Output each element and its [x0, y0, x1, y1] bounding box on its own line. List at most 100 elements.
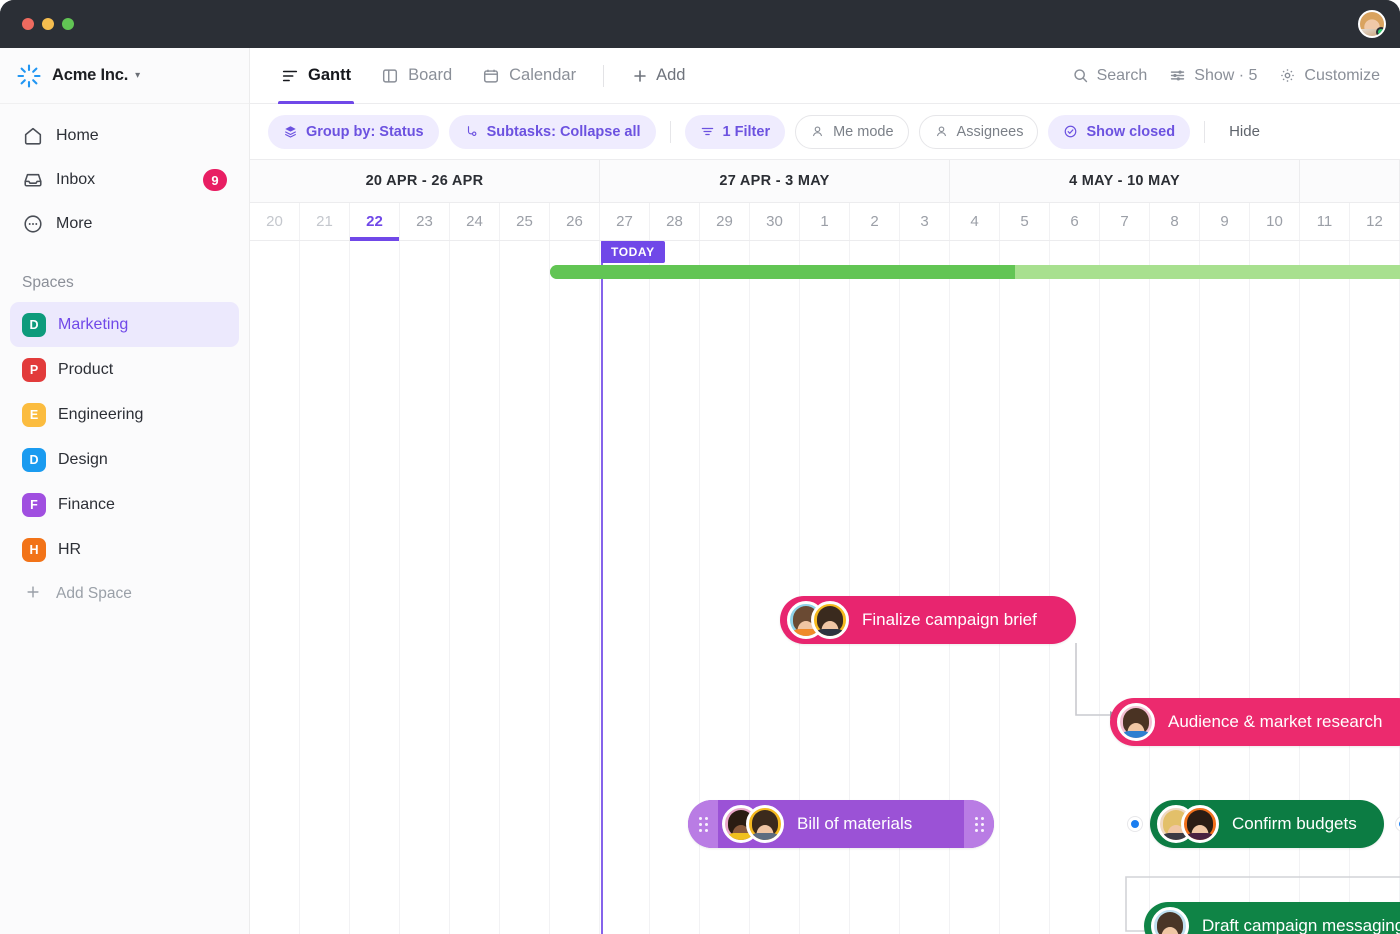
close-window-button[interactable]	[22, 18, 34, 30]
avatar	[746, 805, 784, 843]
assignee-avatars[interactable]	[1157, 805, 1219, 843]
timeline-day-9: 9	[1200, 203, 1250, 240]
minimize-window-button[interactable]	[42, 18, 54, 30]
search-icon	[1072, 67, 1089, 84]
timeline-day-26: 26	[550, 203, 600, 240]
task-bar[interactable]: Confirm budgets	[1150, 800, 1384, 848]
assignee-avatars[interactable]	[1151, 907, 1189, 934]
grid-column	[550, 241, 600, 934]
grid-column	[1050, 241, 1100, 934]
traffic-light-buttons[interactable]	[22, 18, 74, 30]
tab-calendar-label: Calendar	[509, 66, 577, 84]
subtasks-chip[interactable]: Subtasks: Collapse all	[448, 114, 656, 149]
timeline-day-7: 7	[1100, 203, 1150, 240]
sidebar-item-design[interactable]: D Design	[10, 437, 239, 482]
sidebar-item-home[interactable]: Home	[10, 114, 239, 158]
timeline-day-25: 25	[500, 203, 550, 240]
sidebar-item-product[interactable]: P Product	[10, 347, 239, 392]
task-name: Audience & market research	[1168, 712, 1383, 731]
timeline-day-11: 11	[1300, 203, 1350, 240]
timeline-day-28: 28	[650, 203, 700, 240]
task-name: Bill of materials	[797, 814, 913, 833]
sidebar-item-inbox-label: Inbox	[56, 171, 96, 188]
space-label-engineering: Engineering	[58, 405, 144, 423]
timeline-day-27: 27	[600, 203, 650, 240]
timeline-day-29: 29	[700, 203, 750, 240]
more-dots-icon	[22, 213, 44, 235]
task-bar[interactable]: Audience & market research	[1110, 698, 1400, 746]
board-icon	[381, 67, 399, 85]
maximize-window-button[interactable]	[62, 18, 74, 30]
show-label: Show · 5	[1194, 66, 1258, 84]
app-body: Acme Inc. ▾ Home Inbox 9 More Spaces D M…	[0, 48, 1400, 934]
sidebar-item-more[interactable]: More	[10, 202, 239, 246]
view-toolbar-actions: Search Show · 5 Customize	[1072, 67, 1380, 85]
account-avatar[interactable]	[1358, 10, 1386, 38]
task-bar[interactable]: Draft campaign messaging & copy	[1144, 902, 1400, 934]
avatar	[1181, 805, 1219, 843]
assignees-chip[interactable]: Assignees	[918, 114, 1039, 149]
workspace-switcher[interactable]: Acme Inc. ▾	[0, 48, 249, 104]
sidebar-item-engineering[interactable]: E Engineering	[10, 392, 239, 437]
window-titlebar	[0, 0, 1400, 48]
main-content: Gantt Board Calendar Add Search Show · 5…	[250, 48, 1400, 934]
hide-button[interactable]: Hide	[1219, 123, 1270, 140]
today-badge: TODAY	[601, 241, 665, 263]
dependency-dot-left[interactable]	[1128, 817, 1142, 831]
space-badge-product: P	[22, 357, 46, 382]
space-label-hr: HR	[58, 540, 82, 558]
gantt-grid: TODAY Finalize campaign brief Audience &…	[250, 241, 1400, 934]
tab-gantt-label: Gantt	[308, 66, 352, 84]
avatar	[811, 601, 849, 639]
customize-label: Customize	[1304, 66, 1380, 84]
assignee-avatars[interactable]	[1117, 703, 1155, 741]
group-by-chip[interactable]: Group by: Status	[268, 114, 439, 149]
sidebar: Acme Inc. ▾ Home Inbox 9 More Spaces D M…	[0, 48, 250, 934]
sidebar-item-finance[interactable]: F Finance	[10, 482, 239, 527]
show-button[interactable]: Show · 5	[1169, 67, 1257, 85]
sidebar-item-more-label: More	[56, 215, 93, 232]
timeline-day-2: 2	[850, 203, 900, 240]
assignee-avatars[interactable]	[722, 805, 784, 843]
tab-gantt[interactable]: Gantt	[268, 48, 364, 104]
filter-label: 1 Filter	[722, 123, 771, 140]
task-name: Confirm budgets	[1232, 814, 1357, 833]
app-window: Acme Inc. ▾ Home Inbox 9 More Spaces D M…	[0, 0, 1400, 934]
search-button[interactable]: Search	[1072, 66, 1148, 85]
chevron-down-icon[interactable]: ▾	[135, 70, 140, 81]
search-label: Search	[1096, 66, 1148, 84]
drag-dots-icon	[698, 816, 708, 832]
avatar	[1151, 907, 1189, 934]
workspace-name: Acme Inc.	[52, 66, 129, 84]
show-closed-chip[interactable]: Show closed	[1048, 114, 1191, 149]
sidebar-item-hr[interactable]: H HR	[10, 527, 239, 572]
me-mode-chip[interactable]: Me mode	[795, 114, 909, 149]
filter-chip[interactable]: 1 Filter	[684, 114, 786, 149]
space-badge-engineering: E	[22, 402, 46, 427]
add-view-button[interactable]: Add	[618, 48, 698, 104]
customize-button[interactable]: Customize	[1279, 67, 1380, 85]
task-bar[interactable]: Finalize campaign brief	[780, 596, 1076, 644]
tab-board-label: Board	[408, 66, 453, 84]
assignee-avatars[interactable]	[787, 601, 849, 639]
timeline-day-8: 8	[1150, 203, 1200, 240]
tab-calendar[interactable]: Calendar	[469, 48, 589, 104]
timeline-day-12: 12	[1350, 203, 1400, 240]
week-label: 27 APR - 3 MAY	[600, 160, 950, 202]
group-by-label: Group by: Status	[306, 123, 424, 140]
week-label	[1300, 160, 1400, 202]
grid-column	[450, 241, 500, 934]
view-tabs: Gantt Board Calendar Add	[268, 48, 698, 104]
timeline-day-23: 23	[400, 203, 450, 240]
task-bar[interactable]: Bill of materials	[688, 800, 994, 848]
add-view-label: Add	[656, 66, 686, 84]
gear-icon	[1279, 67, 1296, 84]
timeline-day-3: 3	[900, 203, 950, 240]
timeline-day-header: 20 21 22 23 24 25 26 27 28 29 30 1 2 3 4 5 6 7 8 9 10 11 12	[250, 203, 1400, 241]
sidebar-item-inbox[interactable]: Inbox 9	[10, 158, 239, 202]
tab-board[interactable]: Board	[368, 48, 465, 104]
sidebar-item-marketing[interactable]: D Marketing	[10, 302, 239, 347]
grid-column	[300, 241, 350, 934]
add-space-button[interactable]: Add Space	[10, 572, 239, 616]
timeline-day-1: 1	[800, 203, 850, 240]
